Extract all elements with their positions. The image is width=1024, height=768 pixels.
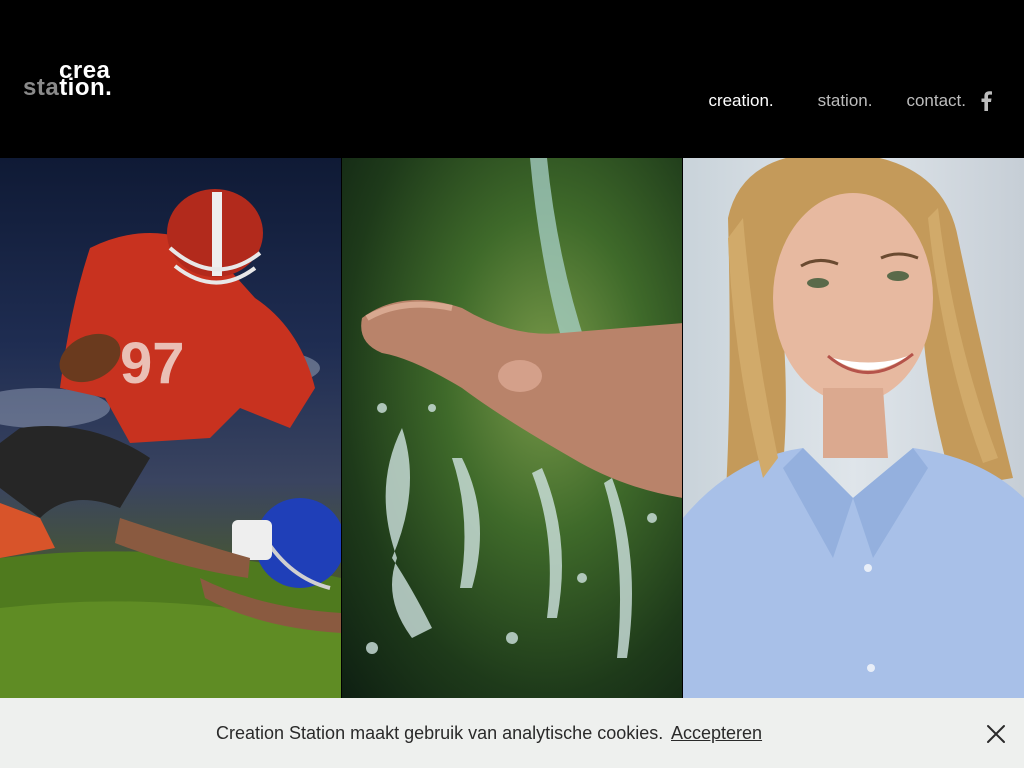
main-nav: creation. station. contact. [708, 90, 992, 112]
woman-portrait-image [683, 158, 1024, 698]
close-icon[interactable] [986, 724, 1006, 744]
svg-text:97: 97 [120, 331, 185, 396]
logo-line-2-suffix: tion. [59, 74, 113, 101]
nav-creation[interactable]: creation. [708, 90, 773, 112]
cookie-message: Creation Station maakt gebruik van analy… [216, 723, 664, 743]
site-header: crea station. creation. station. contact… [0, 0, 1024, 158]
cookie-accept-link[interactable]: Accepteren [671, 722, 762, 744]
football-player-image: 97 [0, 189, 341, 698]
cookie-banner: Creation Station maakt gebruik van analy… [0, 698, 1024, 768]
hero-panels: 97 [0, 158, 1024, 698]
site-logo[interactable]: crea station. [23, 59, 133, 103]
logo-line-2: station. [23, 76, 112, 100]
hero-panel-woman[interactable] [683, 158, 1024, 698]
nav-contact[interactable]: contact. [906, 90, 966, 112]
hero-panel-water[interactable] [341, 158, 683, 698]
logo-line-2-prefix: sta [23, 74, 60, 101]
water-hand-image [360, 158, 683, 658]
nav-station[interactable]: station. [818, 90, 873, 112]
facebook-icon[interactable] [980, 91, 992, 111]
hero-panel-football[interactable]: 97 [0, 158, 341, 698]
